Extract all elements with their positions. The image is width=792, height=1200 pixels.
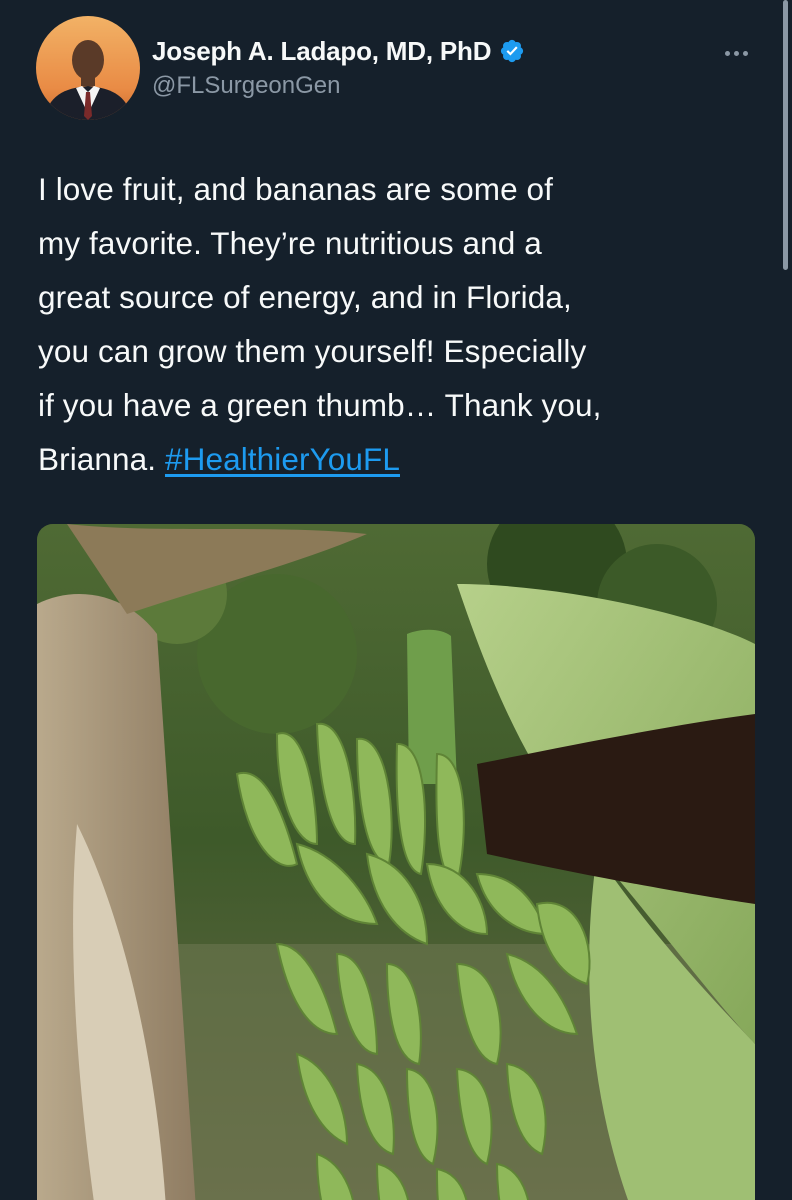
banana-bunch-photo-icon [37,524,755,1200]
profile-photo-icon [36,16,140,120]
avatar[interactable] [36,16,140,120]
tweet-header: Joseph A. Ladapo, MD, PhD @FLSurgeonGen [36,16,756,122]
author-handle[interactable]: @FLSurgeonGen [152,72,525,100]
tweet-text: I love fruit, and bananas are some of my… [38,162,758,486]
tweet-card: Joseph A. Ladapo, MD, PhD @FLSurgeonGen … [0,0,792,1200]
author-names: Joseph A. Ladapo, MD, PhD @FLSurgeonGen [152,34,525,100]
tweet-text-fragment: Brianna. [38,441,165,477]
tweet-text-line: I love fruit, and bananas are some of [38,171,554,207]
tweet-text-line: you can grow them yourself! Especially [38,333,587,369]
tweet-text-line-last: Brianna. #HealthierYouFL [38,432,758,486]
tweet-photo[interactable] [37,524,755,1200]
scrollbar[interactable] [783,0,788,270]
tweet-text-line: my favorite. They’re nutritious and a [38,225,542,261]
verified-badge-icon[interactable] [499,38,525,64]
display-name-row: Joseph A. Ladapo, MD, PhD [152,34,525,68]
display-name[interactable]: Joseph A. Ladapo, MD, PhD [152,36,491,67]
more-options-icon[interactable] [716,38,756,68]
tweet-text-line: if you have a green thumb… Thank you, [38,387,602,423]
hashtag-link[interactable]: #HealthierYouFL [165,441,400,477]
tweet-text-line: great source of energy, and in Florida, [38,279,572,315]
